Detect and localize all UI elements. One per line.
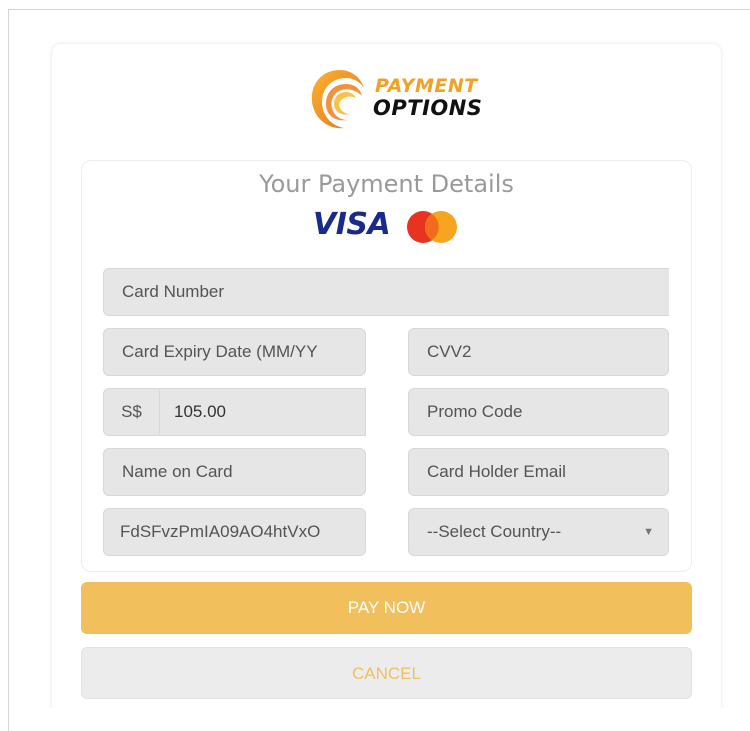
frame-top-border <box>8 9 750 10</box>
logo-line2: OPTIONS <box>373 96 483 120</box>
card-expiry-input[interactable]: Card Expiry Date (MM/YY <box>103 328 366 376</box>
card-brands: VISA <box>313 207 463 243</box>
frame-bottom-mask <box>9 708 750 731</box>
pay-now-button[interactable]: PAY NOW <box>81 582 692 634</box>
cvv-input[interactable]: CVV2 <box>408 328 669 376</box>
frame-left-border <box>8 9 9 731</box>
cancel-button[interactable]: CANCEL <box>81 647 692 699</box>
payment-details-title: Your Payment Details <box>259 170 514 198</box>
payment-options-logo: PAYMENT OPTIONS <box>304 64 482 136</box>
swirl-logo-icon <box>311 70 364 129</box>
country-select-value: --Select Country-- <box>427 522 562 541</box>
amount-input[interactable]: 105.00 <box>160 388 366 436</box>
promo-code-input[interactable]: Promo Code <box>408 388 669 436</box>
reference-code-field[interactable]: FdSFvzPmIA09AO4htVxO <box>103 508 366 556</box>
caret-down-icon: ▼ <box>643 526 654 538</box>
country-select[interactable]: --Select Country-- ▼ <box>408 508 669 556</box>
card-holder-email-input[interactable]: Card Holder Email <box>408 448 669 496</box>
card-number-input[interactable]: Card Number <box>103 268 669 316</box>
visa-logo: VISA <box>313 207 391 242</box>
logo-line1: PAYMENT <box>375 75 478 97</box>
currency-prefix: S$ <box>103 388 160 436</box>
mastercard-icon <box>407 211 457 243</box>
name-on-card-input[interactable]: Name on Card <box>103 448 366 496</box>
